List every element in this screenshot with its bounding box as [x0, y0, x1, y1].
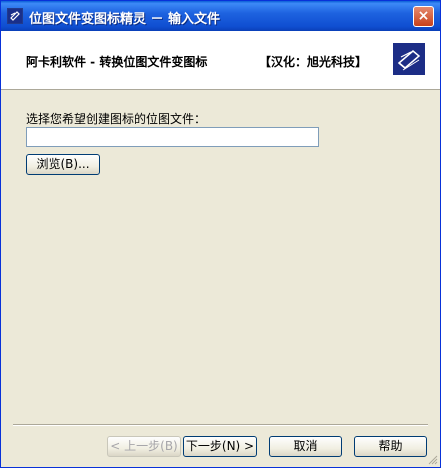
wizard-window: 位图文件变图标精灵 － 输入文件 × 阿卡利软件 - 转换位图文件变图标 【汉化…: [0, 0, 441, 468]
window-title: 位图文件变图标精灵 － 输入文件: [29, 12, 221, 27]
app-icon-graphic: [8, 9, 22, 23]
help-button[interactable]: 帮助: [354, 436, 427, 457]
wizard-header: 阿卡利软件 - 转换位图文件变图标 【汉化：旭光科技】: [1, 31, 440, 90]
bitmap-file-input[interactable]: [26, 127, 319, 147]
header-credit: 【汉化：旭光科技】: [259, 55, 368, 69]
file-prompt-label: 选择您希望创建图标的位图文件：: [26, 112, 207, 126]
browse-button[interactable]: 浏览(B)...: [26, 154, 100, 175]
close-button[interactable]: ×: [413, 6, 434, 27]
header-title: 阿卡利软件 - 转换位图文件变图标: [26, 55, 208, 69]
footer-separator: [13, 424, 428, 426]
next-button[interactable]: 下一步(N) >: [183, 436, 257, 457]
resize-grip-icon[interactable]: [428, 455, 438, 465]
cancel-button[interactable]: 取消: [269, 436, 342, 457]
back-button[interactable]: < 上一步(B): [107, 436, 181, 457]
title-bar[interactable]: 位图文件变图标精灵 － 输入文件 ×: [1, 1, 440, 31]
app-icon: [7, 8, 23, 24]
wizard-logo-icon: [393, 43, 425, 75]
close-icon: ×: [417, 8, 430, 24]
